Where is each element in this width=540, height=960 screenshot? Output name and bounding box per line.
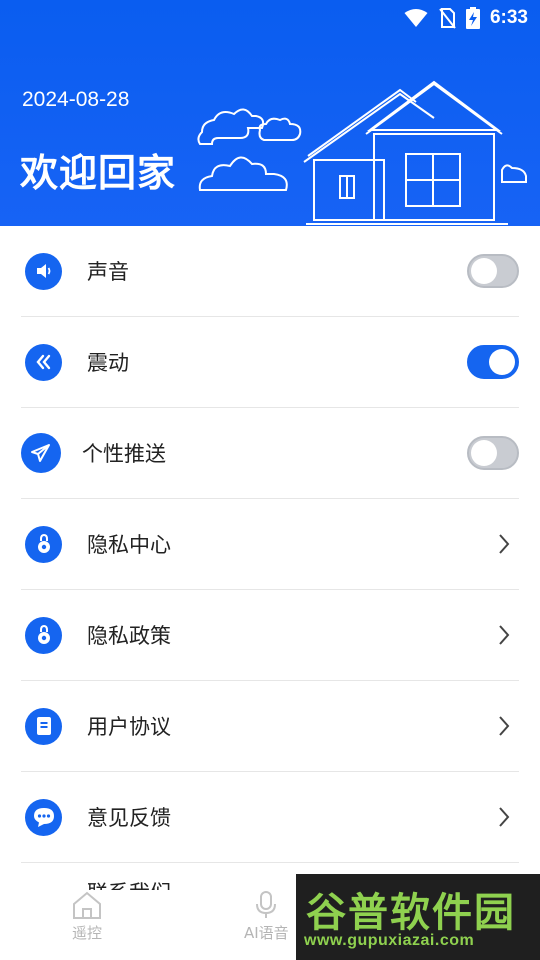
chevron-right-icon: [499, 716, 510, 736]
settings-row-label: 意见反馈: [87, 806, 171, 830]
status-time: 6:33: [489, 7, 528, 28]
vibration-icon: [25, 343, 62, 381]
settings-row-vibration[interactable]: 震动: [21, 317, 519, 408]
vibration-toggle[interactable]: [467, 345, 519, 379]
page-title: 欢迎回家: [20, 151, 177, 195]
lock-icon: [25, 525, 62, 563]
settings-row-label: 隐私中心: [87, 533, 171, 557]
document-icon: [25, 707, 62, 745]
settings-row-sound[interactable]: 声音: [21, 226, 519, 317]
settings-list: 声音 震动 个性推送 隐私中心 隐私政策 用户协议 意见反馈: [0, 226, 540, 863]
settings-row-feedback[interactable]: 意见反馈: [21, 772, 519, 863]
chat-bubble-icon: [25, 798, 62, 836]
toggle-knob: [471, 440, 497, 466]
status-bar: 6:33: [0, 0, 540, 36]
nav-label: 遥控: [71, 924, 102, 942]
settings-row-label: 声音: [87, 260, 129, 284]
push-toggle[interactable]: [467, 436, 519, 470]
wifi-icon: [404, 8, 428, 28]
no-sim-icon: [438, 7, 456, 29]
watermark-overlay: 谷普软件园 www.gupuxiazai.com: [296, 874, 540, 960]
header-date: 2024-08-28: [22, 88, 130, 111]
settings-row-push[interactable]: 个性推送: [21, 408, 519, 499]
settings-row-label: 震动: [87, 351, 129, 375]
settings-row-privacy-center[interactable]: 隐私中心: [21, 499, 519, 590]
battery-charging-icon: [465, 7, 480, 29]
settings-row-privacy-policy[interactable]: 隐私政策: [21, 590, 519, 681]
toggle-knob: [471, 258, 497, 284]
home-icon: [73, 891, 101, 919]
lock-icon: [25, 616, 62, 654]
nav-item-ai-voice[interactable]: AI语音: [244, 890, 289, 943]
nav-item-remote[interactable]: 遥控: [70, 890, 104, 943]
sound-toggle[interactable]: [467, 254, 519, 288]
nav-label: AI语音: [244, 924, 289, 942]
house-illustration: [197, 80, 527, 225]
watermark-url: www.gupuxiazai.com: [304, 932, 475, 949]
speaker-icon: [25, 252, 62, 290]
settings-row-user-agreement[interactable]: 用户协议: [21, 681, 519, 772]
watermark-title: 谷普软件园: [306, 890, 516, 936]
header-banner: 6:33 2024-08-28 欢迎回家: [0, 0, 540, 226]
microphone-icon: [256, 891, 277, 918]
chevron-right-icon: [499, 534, 510, 554]
settings-row-label: 隐私政策: [87, 624, 171, 648]
chevron-right-icon: [499, 625, 510, 645]
settings-row-label: 个性推送: [82, 442, 166, 466]
settings-row-label: 用户协议: [87, 715, 171, 739]
toggle-knob: [489, 349, 515, 375]
chevron-right-icon: [499, 807, 510, 827]
paper-plane-icon: [21, 433, 61, 473]
